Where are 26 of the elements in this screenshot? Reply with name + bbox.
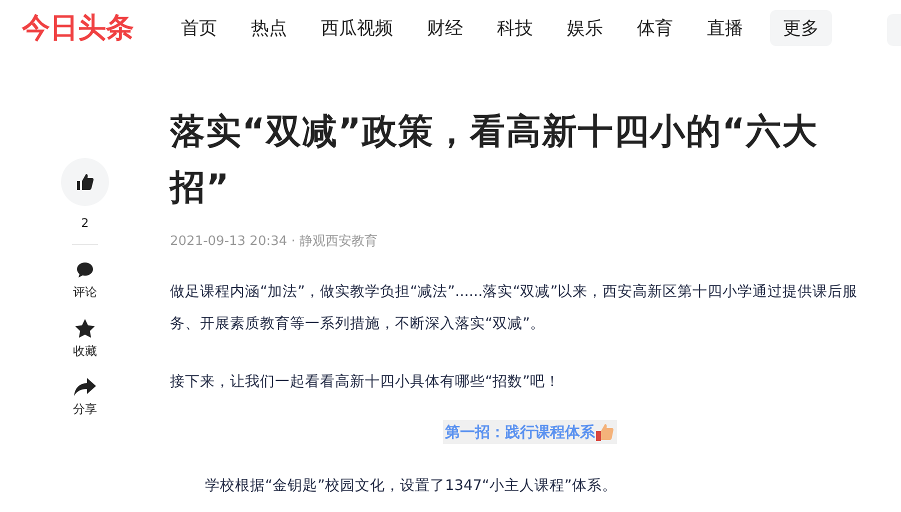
- favorite-button[interactable]: 收藏: [73, 319, 97, 360]
- star-icon: [75, 319, 95, 338]
- logo[interactable]: 今日头条: [22, 9, 134, 47]
- more-menu-button[interactable]: 更多: [770, 10, 832, 46]
- comment-button[interactable]: 评论: [73, 261, 97, 301]
- like-count: 2: [81, 216, 89, 230]
- section-heading: 第一招：践行课程体系: [443, 420, 617, 444]
- share-button[interactable]: 分享: [73, 378, 97, 418]
- thumbs-up-icon: [595, 422, 615, 442]
- nav-link[interactable]: 娱乐: [560, 10, 610, 46]
- nav-link[interactable]: 热点: [244, 10, 294, 46]
- nav-link[interactable]: 首页: [174, 10, 224, 46]
- article-title: 落实“双减”政策，看高新十四小的“六大招”: [170, 111, 820, 210]
- speech-bubble-icon: [76, 261, 94, 279]
- nav-link[interactable]: 财经: [420, 10, 470, 46]
- paragraph: 学校根据“金钥匙”校园文化，设置了1347“小主人课程”体系。: [204, 476, 618, 496]
- nav-link[interactable]: 科技: [490, 10, 540, 46]
- paragraph: 接下来，让我们一起看看高新十四小具体有哪些“招数”吧！: [170, 372, 562, 392]
- thumbs-up-icon: [75, 172, 95, 192]
- share-arrow-icon: [74, 378, 96, 396]
- nav-link[interactable]: 西瓜视频: [314, 10, 400, 46]
- nav-link[interactable]: 体育: [630, 10, 680, 46]
- like-button[interactable]: [61, 158, 109, 206]
- article-meta: 2021-09-13 20:34 · 静观西安教育: [170, 232, 379, 250]
- paragraph: 做足课程内涵“加法”，做实教学负担“减法”......落实“双减”以来，西安高新区第十四小学通过提供课后服务、开展素质教育等一系列措施，不断深入落实“双减”。: [170, 282, 859, 334]
- nav-link[interactable]: 直播: [700, 10, 750, 46]
